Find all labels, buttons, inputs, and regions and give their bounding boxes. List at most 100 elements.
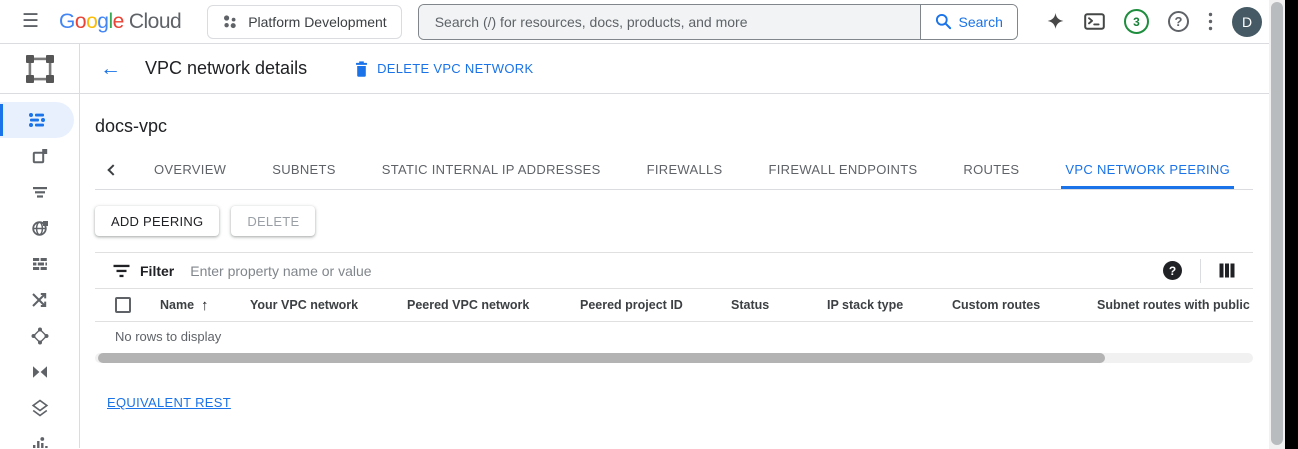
tab[interactable]: OVERVIEW bbox=[131, 150, 249, 189]
horizontal-scrollbar[interactable] bbox=[95, 353, 1253, 363]
vpc-networks-icon bbox=[27, 110, 47, 130]
internet-globe-icon bbox=[30, 218, 50, 238]
logo-letter: g bbox=[97, 10, 108, 33]
table-header-row: Name ↑ Your VPC network Peered VPC netwo… bbox=[95, 289, 1253, 322]
tab-label: SUBNETS bbox=[272, 162, 336, 177]
delete-vpc-network-button[interactable]: DELETE VPC NETWORK bbox=[355, 61, 533, 77]
sidebar-item-packet-mirroring[interactable] bbox=[0, 426, 79, 448]
tabs-scroll-left-button[interactable] bbox=[95, 150, 131, 189]
packet-mirroring-icon bbox=[30, 434, 50, 448]
chevron-left-icon bbox=[107, 164, 118, 175]
trash-icon bbox=[355, 61, 368, 77]
search-button-label: Search bbox=[959, 14, 1003, 30]
tab-label: VPC NETWORK PEERING bbox=[1065, 162, 1230, 177]
filter-label: Filter bbox=[140, 263, 174, 279]
google-logo-letters: Google bbox=[59, 10, 124, 34]
hamburger-menu-icon[interactable]: ☰ bbox=[14, 6, 47, 37]
sidebar-item-firewall[interactable] bbox=[0, 246, 79, 282]
body: docs-vpc OVERVIEWSUBNETSSTATIC INTERNAL … bbox=[0, 94, 1298, 448]
tab-label: FIREWALLS bbox=[647, 162, 723, 177]
sidebar-item-shared-vpc[interactable] bbox=[0, 354, 79, 390]
horizontal-scrollbar-thumb[interactable] bbox=[98, 353, 1105, 363]
page-header: ← VPC network details DELETE VPC NETWORK bbox=[0, 44, 1298, 94]
vpc-sidebar bbox=[0, 94, 80, 448]
main-content: docs-vpc OVERVIEWSUBNETSSTATIC INTERNAL … bbox=[80, 94, 1268, 448]
sidebar-item-internet-services[interactable] bbox=[0, 210, 79, 246]
window-edge bbox=[1285, 0, 1298, 449]
logo-letter: G bbox=[59, 10, 75, 33]
search-icon bbox=[935, 13, 952, 30]
tab[interactable]: FIREWALL ENDPOINTS bbox=[746, 150, 941, 189]
delete-vpc-network-label: DELETE VPC NETWORK bbox=[377, 61, 533, 76]
sidebar-item-ip-addresses[interactable] bbox=[0, 138, 79, 174]
column-header-your-vpc-network[interactable]: Your VPC network bbox=[250, 298, 407, 312]
tab-label: FIREWALL ENDPOINTS bbox=[769, 162, 918, 177]
column-header-peered-vpc-network[interactable]: Peered VPC network bbox=[407, 298, 580, 312]
column-display-options-icon[interactable] bbox=[1219, 263, 1235, 278]
search-input[interactable] bbox=[419, 5, 920, 39]
sidebar-item-serverless-vpc-access[interactable] bbox=[0, 390, 79, 426]
firewall-icon bbox=[30, 254, 50, 274]
tab-list: OVERVIEW SUBNETS STATIC INTERNAL IP ADDRES… bbox=[131, 150, 1253, 189]
sidebar-item-vpc-network-peering[interactable] bbox=[0, 318, 79, 354]
column-header-subnet-routes[interactable]: Subnet routes with public IPv bbox=[1097, 298, 1253, 312]
cloud-shell-terminal-icon[interactable] bbox=[1084, 13, 1105, 30]
kebab-menu-icon[interactable] bbox=[1208, 12, 1213, 31]
column-header-name[interactable]: Name ↑ bbox=[160, 297, 250, 314]
sidebar-item-vpc-networks[interactable] bbox=[0, 102, 74, 138]
column-header-status[interactable]: Status bbox=[731, 298, 827, 312]
page-title: VPC network details bbox=[145, 58, 307, 79]
search-button[interactable]: Search bbox=[920, 5, 1017, 39]
ip-addresses-icon bbox=[30, 146, 50, 166]
help-icon[interactable]: ? bbox=[1168, 11, 1189, 32]
filter-icon bbox=[113, 264, 130, 278]
project-name: Platform Development bbox=[248, 14, 387, 30]
select-all-checkbox[interactable] bbox=[115, 297, 131, 313]
sidebar-item-bring-your-own-ip[interactable] bbox=[0, 174, 79, 210]
delete-button[interactable]: DELETE bbox=[231, 206, 315, 236]
sidebar-item-routes[interactable] bbox=[0, 282, 79, 318]
tab[interactable]: SUBNETS bbox=[249, 150, 359, 189]
sort-ascending-icon: ↑ bbox=[201, 297, 209, 314]
tab-label: ROUTES bbox=[963, 162, 1019, 177]
peering-table-panel: Filter ? Name ↑ Your VPC bbox=[95, 252, 1253, 363]
logo-letter: o bbox=[75, 10, 86, 33]
vpc-product-logo bbox=[0, 44, 80, 93]
vertical-scrollbar-thumb[interactable] bbox=[1271, 2, 1283, 445]
logo-cloud-text: Cloud bbox=[129, 10, 181, 34]
tab-label: OVERVIEW bbox=[154, 162, 226, 177]
logo-letter: o bbox=[86, 10, 97, 33]
gemini-sparkle-icon[interactable] bbox=[1046, 12, 1065, 31]
tab[interactable]: FIREWALLS bbox=[624, 150, 746, 189]
empty-table-message: No rows to display bbox=[95, 322, 1253, 351]
filter-help-icon[interactable]: ? bbox=[1163, 261, 1182, 280]
google-cloud-logo[interactable]: Google Cloud bbox=[59, 10, 181, 34]
back-arrow-icon[interactable]: ← bbox=[94, 55, 127, 83]
notifications-badge[interactable]: 3 bbox=[1124, 9, 1149, 34]
tab-bar: OVERVIEW SUBNETS STATIC INTERNAL IP ADDRES… bbox=[95, 150, 1253, 190]
table-actions: ADD PEERING DELETE bbox=[95, 206, 1268, 236]
column-header-custom-routes[interactable]: Custom routes bbox=[952, 298, 1097, 312]
add-peering-button[interactable]: ADD PEERING bbox=[95, 206, 219, 236]
column-header-peered-project-id[interactable]: Peered project ID bbox=[580, 298, 731, 312]
equivalent-rest-link[interactable]: EQUIVALENT REST bbox=[107, 395, 231, 410]
filter-input[interactable] bbox=[190, 263, 1163, 279]
vpc-network-peering-icon bbox=[30, 326, 50, 346]
divider bbox=[1200, 259, 1201, 283]
project-selector[interactable]: Platform Development bbox=[207, 5, 402, 39]
routes-icon bbox=[30, 290, 50, 310]
tab[interactable]: STATIC INTERNAL IP ADDRESSES bbox=[359, 150, 624, 189]
tab[interactable]: VPC NETWORK PEERING bbox=[1042, 150, 1253, 189]
bring-your-own-ip-icon bbox=[30, 182, 50, 202]
project-dots-icon bbox=[222, 14, 238, 30]
global-search-bar: Search bbox=[418, 4, 1018, 40]
tab[interactable]: ROUTES bbox=[940, 150, 1042, 189]
column-header-ip-stack-type[interactable]: IP stack type bbox=[827, 298, 952, 312]
avatar[interactable]: D bbox=[1232, 7, 1262, 37]
top-app-bar: ☰ Google Cloud Platform Development Sear… bbox=[0, 0, 1298, 44]
filter-row: Filter ? bbox=[95, 252, 1253, 289]
serverless-vpc-access-icon bbox=[30, 398, 50, 418]
vertical-scrollbar[interactable] bbox=[1269, 0, 1285, 449]
topbar-actions: 3 ? D bbox=[1046, 7, 1262, 37]
column-label: Name bbox=[160, 298, 194, 312]
